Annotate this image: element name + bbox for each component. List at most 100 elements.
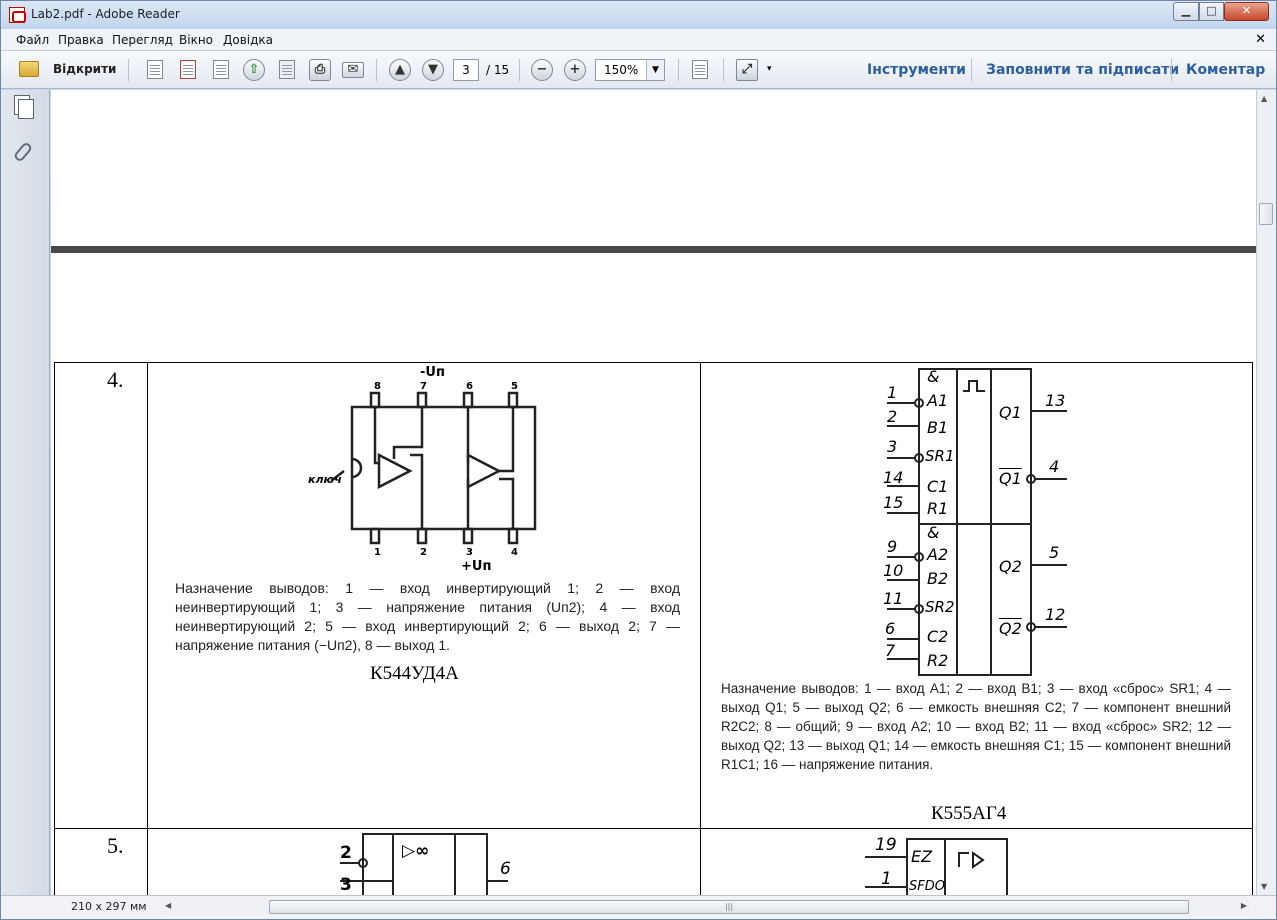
pin-label: 3 xyxy=(466,547,473,558)
pin-label: 7 xyxy=(420,381,427,392)
toolbar-separator xyxy=(376,59,377,81)
output-signal: Q1 xyxy=(999,403,1022,422)
output-signal: Q2 xyxy=(999,619,1022,638)
toolbar-separator xyxy=(971,59,972,81)
zoom-in-icon[interactable]: + xyxy=(563,58,587,82)
fill-sign-pane-link[interactable]: Заповнити та підписати xyxy=(986,62,1179,78)
tools-pane-link[interactable]: Інструменти xyxy=(867,62,966,78)
buffer-diagram xyxy=(865,838,1008,895)
row-number-cell: 5. xyxy=(54,828,148,895)
toolbar-separator xyxy=(519,59,520,81)
cell-opamp: 8 7 6 5 1 2 3 4 -Uп +Uп ключ Назначение … xyxy=(147,362,701,829)
table-row: 5. 2 3 6 ▷∞ 19 1 EZ SFDO xyxy=(54,828,1253,895)
page-break xyxy=(51,246,1256,253)
pin-number: 13 xyxy=(1045,391,1066,410)
zoom-out-icon[interactable]: − xyxy=(530,58,554,82)
pin-signal: C2 xyxy=(927,627,949,646)
attachments-icon[interactable] xyxy=(12,141,34,163)
toolbar-separator xyxy=(128,59,129,81)
pin-number: 3 xyxy=(887,437,898,456)
convert-pdf-icon[interactable] xyxy=(176,58,200,82)
scroll-up-icon[interactable]: ▲ xyxy=(1261,94,1267,103)
edit-pdf-icon[interactable] xyxy=(209,58,233,82)
pin-signal: A2 xyxy=(927,545,949,564)
pin-signal: R1 xyxy=(927,499,949,518)
scroll-down-icon[interactable]: ▼ xyxy=(1261,882,1267,891)
print-icon[interactable]: ⎙ xyxy=(308,58,332,82)
cell-monostable: 1 A1 2 B1 3 SR1 14 C1 15 R1 & & 9 A2 10 … xyxy=(700,362,1253,829)
previous-page-icon[interactable]: ▲ xyxy=(388,58,412,82)
pin-number: 5 xyxy=(1049,543,1060,562)
menu-help[interactable]: Довідка xyxy=(223,33,273,47)
and-symbol: & xyxy=(927,367,940,386)
page-total: / 15 xyxy=(486,63,510,77)
full-screen-icon[interactable]: ⤢ xyxy=(735,58,759,82)
email-icon[interactable]: ✉ xyxy=(341,58,365,82)
document-viewport[interactable]: 4. 8 7 6 5 1 2 3 4 -Uп +Uп ключ Назначен… xyxy=(51,90,1256,895)
create-pdf-icon[interactable] xyxy=(143,58,167,82)
page-number-input[interactable]: 3 xyxy=(453,59,479,81)
pin-number: 6 xyxy=(885,619,896,638)
row-number: 4. xyxy=(107,367,124,392)
pin-signal: B1 xyxy=(927,418,949,437)
open-button[interactable]: Відкрити xyxy=(15,58,117,82)
maximize-button[interactable]: □ xyxy=(1199,2,1224,21)
toolbar-separator xyxy=(1171,59,1172,81)
zoom-select[interactable]: 150% ▼ xyxy=(595,59,665,81)
row-number-cell: 4. xyxy=(54,362,148,829)
pin-signal: SFDO xyxy=(909,879,945,894)
next-page-icon[interactable]: ▼ xyxy=(421,58,445,82)
pin-signal: EZ xyxy=(911,847,933,866)
scroll-thumb[interactable] xyxy=(1259,203,1273,225)
toolbar: Відкрити ⇧ ⎙ ✉ ▲ ▼ 3 / 15 − + 150% ▼ ⤢ ▾… xyxy=(1,51,1276,89)
pin-number: 6 xyxy=(500,859,511,879)
page-thumbnails-icon[interactable] xyxy=(18,99,34,119)
zoom-value: 150% xyxy=(604,63,639,77)
menu-edit[interactable]: Правка xyxy=(58,33,104,47)
opamp-symbol: ▷∞ xyxy=(402,841,430,861)
close-button[interactable]: ✕ xyxy=(1224,2,1269,21)
key-label: ключ xyxy=(308,473,342,486)
supply-label-negative: -Uп xyxy=(420,365,445,380)
output-signal: Q1 xyxy=(999,469,1022,488)
scroll-thumb[interactable]: ||| xyxy=(269,900,1189,914)
k555ag4-pinout-diagram xyxy=(887,368,1067,676)
pin-number: 2 xyxy=(887,407,898,426)
pin-number: 11 xyxy=(883,589,904,608)
scroll-left-icon[interactable]: ◀ xyxy=(165,901,171,910)
cell-amplifier: 2 3 6 ▷∞ xyxy=(147,828,701,895)
menu-file[interactable]: Файл xyxy=(16,33,49,47)
pin-signal: SR2 xyxy=(925,598,955,616)
menu-window[interactable]: Вікно xyxy=(179,33,213,47)
page-size-label: 210 x 297 мм xyxy=(71,900,147,913)
cell-buffer: 19 1 EZ SFDO xyxy=(700,828,1253,895)
pin-signal: SR1 xyxy=(925,447,955,465)
app-window: Lab2.pdf - Adobe Reader ▁ □ ✕ Файл Правк… xyxy=(0,0,1277,920)
minimize-button[interactable]: ▁ xyxy=(1173,2,1199,21)
toolbar-more-chevron-icon[interactable]: ▾ xyxy=(767,64,781,88)
pin-label: 4 xyxy=(511,547,518,558)
horizontal-scrollbar[interactable]: ◀ ||| ▶ xyxy=(161,899,1251,915)
pin-signal: C1 xyxy=(927,477,949,496)
pin-number: 14 xyxy=(883,468,904,487)
caption-k555ag4: К555АГ4 xyxy=(931,803,1007,824)
upload-cloud-icon[interactable]: ⇧ xyxy=(242,58,266,82)
menu-view[interactable]: Перегляд xyxy=(112,33,173,47)
open-label: Відкрити xyxy=(53,62,117,76)
pin-signal: R2 xyxy=(927,651,949,670)
chevron-down-icon[interactable]: ▼ xyxy=(646,60,664,80)
comment-pane-link[interactable]: Коментар xyxy=(1186,62,1265,78)
toolbar-separator xyxy=(723,59,724,81)
fit-page-icon[interactable] xyxy=(689,58,713,82)
scroll-right-icon[interactable]: ▶ xyxy=(1241,901,1247,910)
pin-number: 1 xyxy=(881,869,892,889)
save-icon[interactable] xyxy=(275,58,299,82)
pin-number: 1 xyxy=(887,383,898,402)
pin-label: 5 xyxy=(511,381,518,392)
vertical-scrollbar[interactable]: ▲ ▼ xyxy=(1256,90,1276,895)
pin-number: 15 xyxy=(883,493,904,512)
pin-label: 8 xyxy=(374,381,381,392)
caption-k544ud4a: К544УД4А xyxy=(370,663,459,684)
navigation-pane xyxy=(1,90,50,895)
close-document-icon[interactable]: ✕ xyxy=(1255,32,1266,47)
